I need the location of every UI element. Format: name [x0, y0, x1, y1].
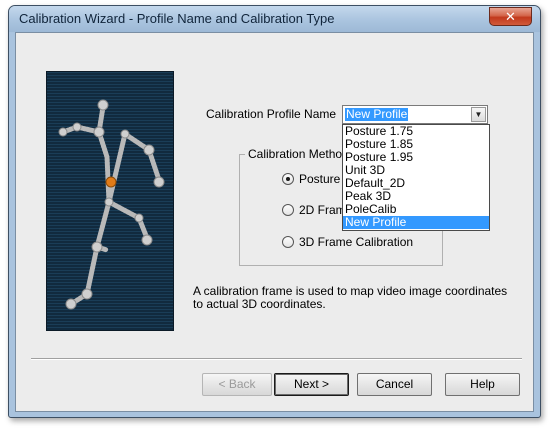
profile-dropdown-list[interactable]: Posture 1.75 Posture 1.85 Posture 1.95 U… — [342, 124, 490, 231]
calibration-method-title: Calibration Method — [245, 147, 352, 161]
dropdown-option-selected[interactable]: New Profile — [343, 216, 489, 229]
wizard-window: Calibration Wizard - Profile Name and Ca… — [8, 5, 541, 418]
profile-name-label: Calibration Profile Name — [206, 107, 337, 121]
profile-name-value[interactable]: New Profile — [345, 108, 409, 121]
window-title: Calibration Wizard - Profile Name and Ca… — [19, 11, 335, 26]
skeleton-illustration — [46, 71, 174, 331]
help-button[interactable]: Help — [445, 373, 520, 396]
profile-name-combobox[interactable]: New Profile ▼ — [342, 105, 488, 124]
radio-2d-frame[interactable] — [282, 204, 294, 216]
radio-3d-frame[interactable] — [282, 236, 294, 248]
radio-posture[interactable] — [282, 173, 294, 185]
title-bar[interactable]: Calibration Wizard - Profile Name and Ca… — [9, 6, 540, 32]
back-button[interactable]: < Back — [202, 373, 272, 396]
close-button[interactable]: ✕ — [489, 7, 532, 26]
divider — [31, 358, 522, 360]
description-text: A calibration frame is used to map video… — [193, 284, 508, 311]
chevron-down-icon[interactable]: ▼ — [471, 107, 486, 122]
radio-3d-frame-label[interactable]: 3D Frame Calibration — [299, 235, 413, 249]
wizard-client-area: Calibration Profile Name New Profile ▼ C… — [15, 32, 534, 412]
next-button[interactable]: Next > — [274, 373, 349, 396]
skeleton-graphic — [58, 99, 165, 310]
cancel-button[interactable]: Cancel — [357, 373, 432, 396]
